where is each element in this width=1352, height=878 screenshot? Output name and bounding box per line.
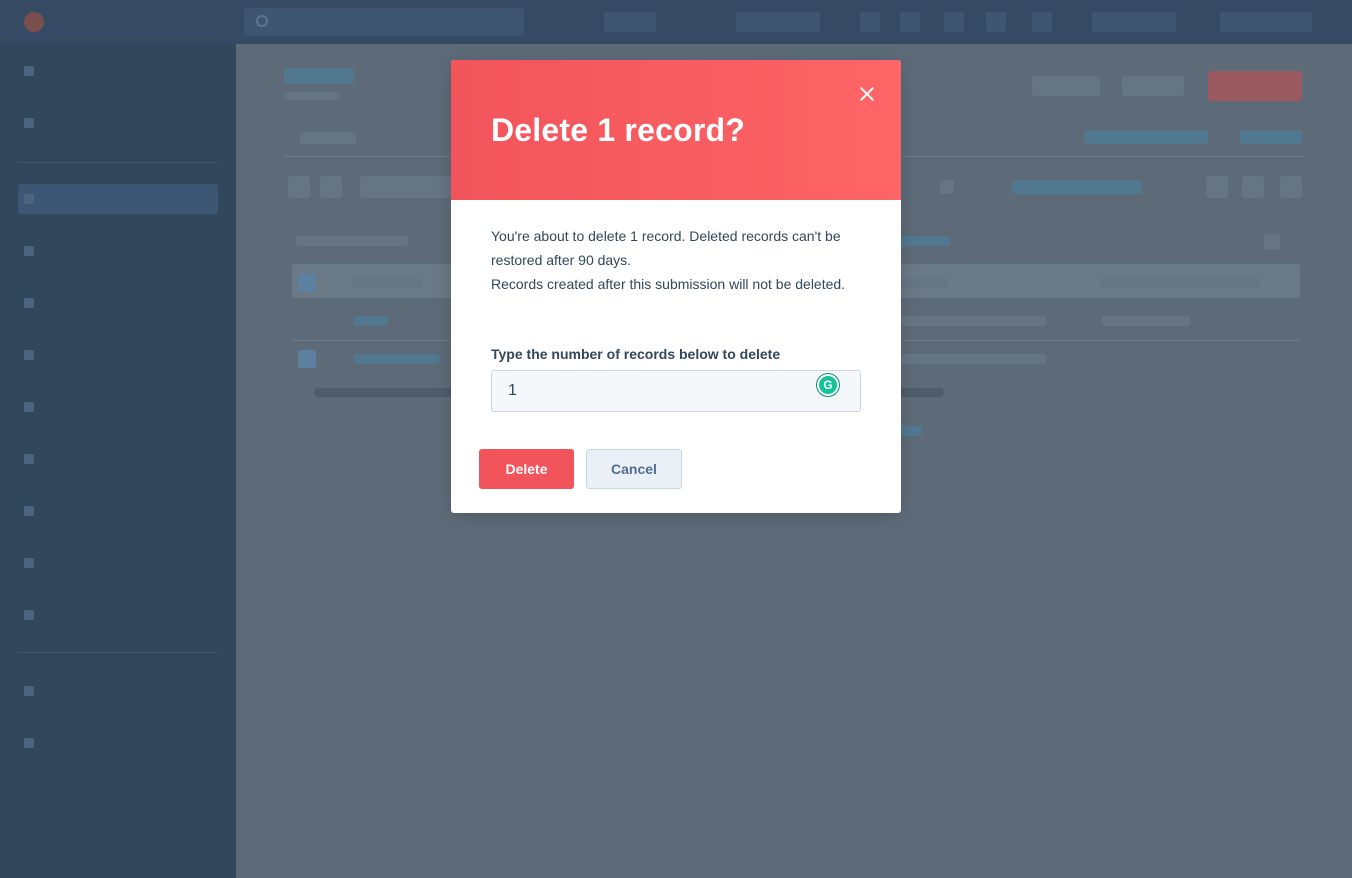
sidebar-item [18,340,218,370]
table-caption-placeholder [900,236,950,246]
app-logo-icon [24,12,44,32]
sidebar-divider [18,652,218,653]
global-search [244,8,524,36]
topbar-placeholder [944,12,964,32]
add-view-placeholder [1084,130,1208,144]
sidebar [0,44,236,878]
page-title-placeholder [284,68,354,84]
toolbar-icon-placeholder [1206,176,1228,198]
sidebar-item [18,108,218,138]
sidebar-item [18,236,218,266]
view-tab-placeholder [300,132,356,144]
nav-item-icon [24,506,34,516]
toggle-placeholder [288,176,310,198]
dialog-message: You're about to delete 1 record. Deleted… [491,224,871,296]
toolbar-icon-placeholder [1242,176,1264,198]
close-icon[interactable] [853,80,881,108]
sidebar-item [18,496,218,526]
pagination-placeholder [900,426,922,436]
nav-item-icon [24,610,34,620]
filter-placeholder [360,176,456,198]
nav-item-icon [24,298,34,308]
nav-item-icon [24,194,34,204]
dialog-title: Delete 1 record? [491,112,745,148]
row-cell-placeholder [900,316,1046,326]
record-count-placeholder [284,92,340,100]
topbar-placeholder [1220,12,1312,32]
row-cell-placeholder [900,354,1046,364]
table-caption-placeholder [296,236,408,246]
dialog-message-line: You're about to delete 1 record. Deleted… [491,228,841,268]
sidebar-item [18,56,218,86]
sidebar-item [18,728,218,758]
advanced-filters-placeholder [1012,180,1142,194]
topbar-placeholder [860,12,880,32]
toggle-placeholder [320,176,342,198]
delete-confirmation-dialog: Delete 1 record? You're about to delete … [451,60,901,513]
record-count-input[interactable] [491,370,861,412]
nav-item-icon [24,454,34,464]
topbar-placeholder [604,12,656,32]
table-caption-placeholder [1264,234,1280,250]
nav-item-icon [24,66,34,76]
dialog-header: Delete 1 record? [451,60,901,200]
cancel-button[interactable]: Cancel [586,449,682,489]
row-link-placeholder [354,354,440,364]
sidebar-item [18,392,218,422]
nav-item-icon [24,686,34,696]
sidebar-item [18,676,218,706]
topbar-placeholder [1032,12,1052,32]
all-views-placeholder [1240,130,1302,144]
nav-item-icon [24,402,34,412]
dialog-message-line: Records created after this submission wi… [491,276,846,292]
sidebar-item [18,548,218,578]
row-checkbox-placeholder [298,350,316,368]
create-button-placeholder [1208,71,1302,101]
top-navigation-bar [0,0,1352,44]
nav-item-icon [24,558,34,568]
filter-placeholder [940,180,954,194]
header-button-placeholder [1122,76,1184,96]
topbar-placeholder [900,12,920,32]
nav-item-icon [24,118,34,128]
record-count-label: Type the number of records below to dele… [491,346,781,362]
nav-item-icon [24,738,34,748]
topbar-placeholder [736,12,820,32]
nav-item-icon [24,246,34,256]
nav-item-icon [24,350,34,360]
topbar-placeholder [1092,12,1176,32]
column-header-placeholder [352,278,422,288]
row-link-placeholder [354,316,388,326]
row-cell-placeholder [1102,316,1190,326]
sidebar-item-active [18,184,218,214]
sidebar-item [18,444,218,474]
sidebar-item [18,288,218,318]
grammarly-icon[interactable]: G [817,374,839,396]
sidebar-divider [18,162,218,163]
search-icon [256,15,268,27]
column-header-placeholder [1100,278,1260,288]
sidebar-item [18,600,218,630]
toolbar-icon-placeholder [1280,176,1302,198]
column-header-placeholder [896,278,948,288]
select-all-checkbox-placeholder [298,274,316,292]
delete-button[interactable]: Delete [479,449,574,489]
topbar-placeholder [986,12,1006,32]
header-button-placeholder [1032,76,1100,96]
